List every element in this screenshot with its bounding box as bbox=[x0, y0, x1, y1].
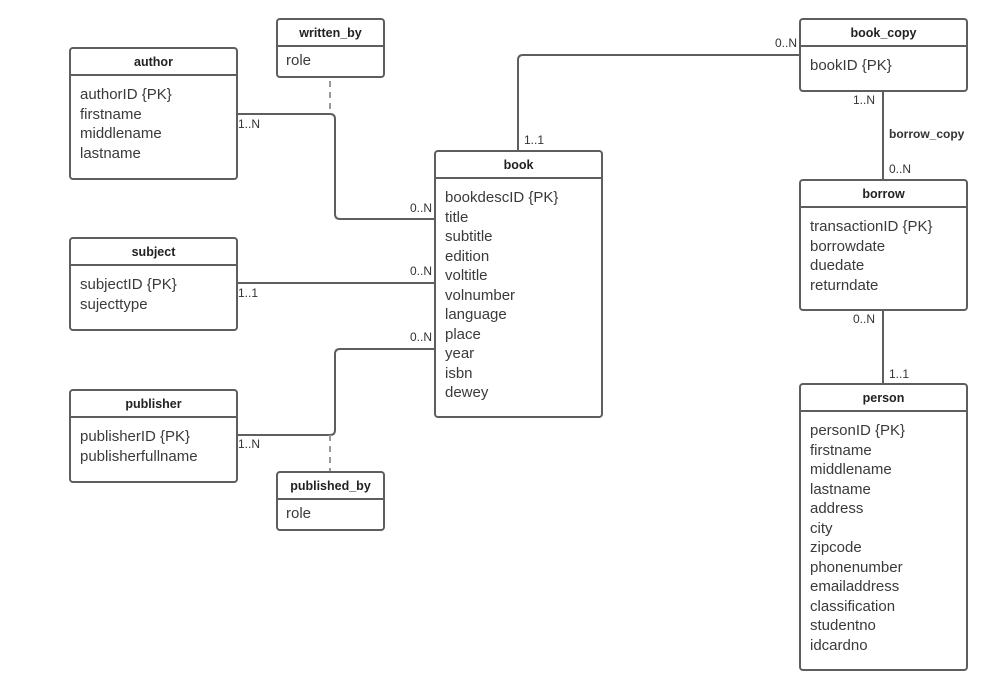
attribute: volnumber bbox=[445, 286, 516, 304]
cardinality-borrow-bottom: 0..N bbox=[853, 312, 876, 326]
entity-title: book_copy bbox=[801, 20, 966, 47]
attribute-pk: personID {PK} bbox=[810, 422, 906, 439]
entity-author[interactable]: author authorID {PK} firstname middlenam… bbox=[69, 47, 238, 180]
attribute: sujecttype bbox=[80, 295, 148, 313]
cardinality-publisher-side: 1..N bbox=[238, 437, 261, 451]
attribute-pk: authorID {PK} bbox=[80, 86, 172, 103]
cardinality-author-side: 1..N bbox=[238, 117, 261, 131]
attribute: address bbox=[810, 500, 864, 517]
entity-title: subject bbox=[71, 239, 236, 266]
attribute: firstname bbox=[80, 105, 142, 123]
entity-book-copy[interactable]: book_copy bookID {PK} bbox=[799, 18, 968, 92]
attribute: phonenumber bbox=[810, 558, 903, 576]
attribute-pk: transactionID {PK} bbox=[810, 218, 933, 235]
attribute: studentno bbox=[810, 617, 876, 634]
attribute: middlename bbox=[80, 125, 162, 142]
er-diagram-canvas: author authorID {PK} firstname middlenam… bbox=[0, 0, 981, 689]
cardinality-subject-side: 1..1 bbox=[238, 286, 259, 300]
attribute: year bbox=[445, 345, 475, 362]
entity-title: book bbox=[436, 152, 601, 179]
association-title: published_by bbox=[278, 473, 383, 500]
entity-subject[interactable]: subject subjectID {PK} sujecttype bbox=[69, 237, 238, 331]
attribute-pk: bookdescID {PK} bbox=[445, 189, 559, 206]
attribute: idcardno bbox=[810, 636, 868, 654]
attribute: isbn bbox=[445, 364, 473, 382]
attribute: duedate bbox=[810, 257, 865, 274]
attribute: voltitle bbox=[445, 267, 488, 284]
attribute: publisherfullname bbox=[80, 447, 198, 465]
cardinality-book-side-publisher: 0..N bbox=[410, 330, 433, 344]
attribute: borrowdate bbox=[810, 237, 886, 255]
attribute: edition bbox=[445, 247, 490, 265]
attribute-pk: subjectID {PK} bbox=[80, 276, 177, 293]
attribute: lastname bbox=[810, 480, 871, 498]
entity-book[interactable]: book bookdescID {PK} title subtitle edit… bbox=[434, 150, 603, 418]
attribute-pk: publisherID {PK} bbox=[80, 428, 191, 445]
attribute: returndate bbox=[810, 276, 879, 294]
attribute: subtitle bbox=[445, 228, 493, 245]
attribute: emailaddress bbox=[810, 578, 900, 595]
cardinality-bookcopy-side: 0..N bbox=[775, 36, 798, 50]
cardinality-book-side-author: 0..N bbox=[410, 201, 433, 215]
connector-author-book bbox=[237, 113, 435, 220]
attribute: lastname bbox=[80, 144, 141, 162]
association-written-by[interactable]: written_by role bbox=[276, 18, 385, 78]
entity-person[interactable]: person personID {PK} firstname middlenam… bbox=[799, 383, 968, 671]
entity-title: author bbox=[71, 49, 236, 76]
attribute: zipcode bbox=[810, 539, 862, 556]
attribute: place bbox=[445, 325, 481, 343]
connector-publisher-book bbox=[237, 348, 435, 436]
attribute: role bbox=[286, 505, 312, 522]
cardinality-book-side-copy: 1..1 bbox=[524, 133, 545, 147]
attribute: classification bbox=[810, 597, 896, 615]
attribute: dewey bbox=[445, 384, 489, 401]
entity-title: person bbox=[801, 385, 966, 412]
association-title: written_by bbox=[278, 20, 383, 47]
attribute: title bbox=[445, 208, 469, 226]
attribute: middlename bbox=[810, 461, 892, 478]
attribute: city bbox=[810, 519, 833, 537]
entity-publisher[interactable]: publisher publisherID {PK} publisherfull… bbox=[69, 389, 238, 483]
entity-title: publisher bbox=[71, 391, 236, 418]
attribute: firstname bbox=[810, 441, 872, 459]
association-published-by[interactable]: published_by role bbox=[276, 471, 385, 531]
cardinality-bookcopy-borrow-top: 1..N bbox=[853, 93, 876, 107]
attribute: role bbox=[286, 52, 312, 69]
entity-borrow[interactable]: borrow transactionID {PK} borrowdate due… bbox=[799, 179, 968, 311]
relationship-label-borrow-copy: borrow_copy bbox=[889, 127, 965, 141]
cardinality-person-top: 1..1 bbox=[889, 367, 910, 381]
attribute: language bbox=[445, 306, 507, 323]
entity-title: borrow bbox=[801, 181, 966, 208]
connector-book-bookcopy bbox=[517, 54, 800, 151]
attribute-pk: bookID {PK} bbox=[810, 57, 892, 74]
cardinality-borrow-top: 0..N bbox=[889, 162, 912, 176]
cardinality-book-side-subject: 0..N bbox=[410, 264, 433, 278]
